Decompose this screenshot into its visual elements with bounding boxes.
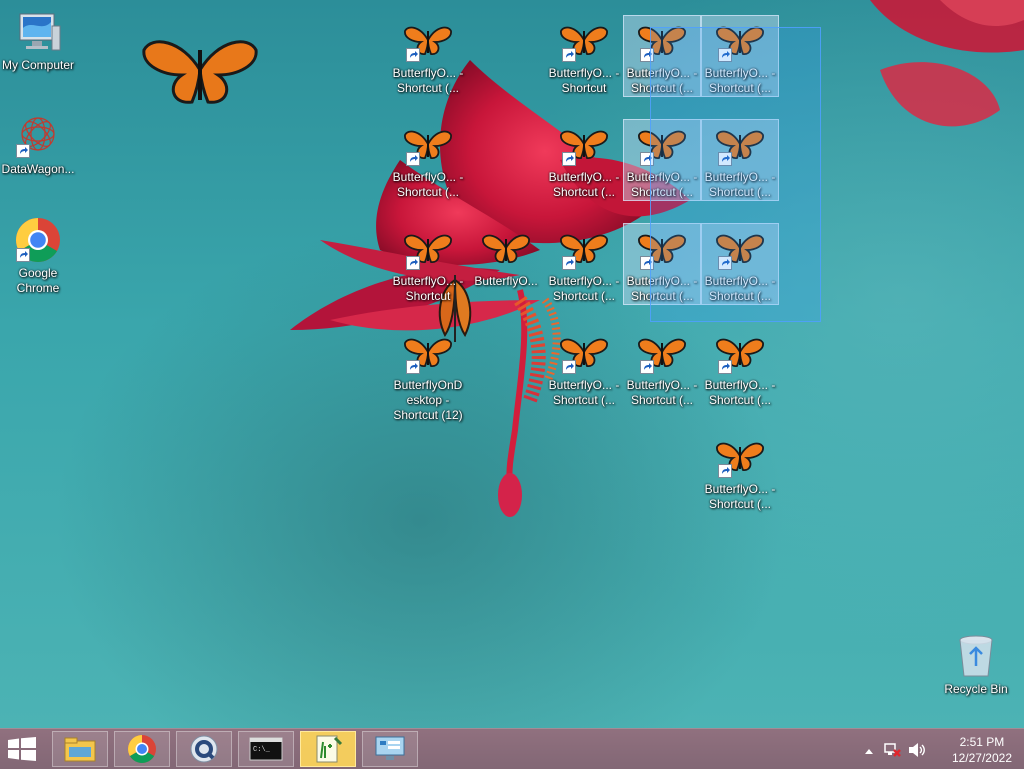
icon-label: ButterflyO... - Shortcut [548,66,620,95]
show-hidden-icons-icon[interactable] [864,744,874,758]
taskbar-notepad-plus-button[interactable] [300,731,356,767]
icon-label: Google Chrome [16,266,60,295]
taskbar-file-explorer-button[interactable] [52,731,108,767]
icon-label: ButterflyO... - Shortcut (... [392,66,464,95]
icon-label: ButterflyO... - Shortcut (... [548,170,620,199]
icon-label: DataWagon... [1,162,75,176]
shortcut-arrow-icon [16,144,30,158]
google-chrome-shortcut-icon[interactable]: Google Chrome [0,216,76,296]
windows-start-icon[interactable] [8,737,36,761]
butterfly-icon [560,224,608,272]
chrome-icon [14,216,62,264]
taskbar-chrome-button[interactable] [114,731,170,767]
desktop[interactable]: My Computer DataWagon... Google Chrome Butt… [0,0,1024,728]
shortcut-arrow-icon [406,152,420,166]
butterfly-icon [716,432,764,480]
datawagon-shortcut-icon[interactable]: DataWagon... [0,112,76,177]
icon-label: ButterflyO... [474,274,538,288]
taskbar-control-panel-button[interactable] [362,731,418,767]
selection-marquee [650,27,821,322]
chrome-icon [128,735,156,763]
butterfly-shortcut-icon-17[interactable]: ButterflyO... - Shortcut (... [702,328,778,408]
shortcut-arrow-icon [718,360,732,374]
shortcut-arrow-icon [640,360,654,374]
clock[interactable]: 2:51 PM 12/27/2022 [952,734,1012,766]
notepad-plus-icon [316,735,343,763]
recycle-icon [952,632,1000,680]
icon-label: ButterflyO... - Shortcut (... [626,378,698,407]
butterfly-icon [560,16,608,64]
butterfly-icon [560,120,608,168]
butterfly-icon [716,328,764,376]
icon-label: ButterflyO... - Shortcut [392,274,464,303]
butterfly-shortcut-icon-1[interactable]: ButterflyO... - Shortcut (... [390,16,466,96]
taskbar: C:\_ 2:51 PM 12/27/2022 [0,728,1024,769]
network-disconnected-icon[interactable] [884,742,902,761]
quicktime-icon [190,735,218,763]
butterfly-shortcut-icon-14[interactable]: ButterflyOnD esktop - Shortcut (12) [390,328,466,423]
my-computer-icon[interactable]: My Computer [0,8,76,73]
shortcut-arrow-icon [562,256,576,270]
shortcut-arrow-icon [562,48,576,62]
butterfly-icon [404,120,452,168]
butterfly-icon [560,328,608,376]
icon-label: ButterflyO... - Shortcut (... [548,274,620,303]
shortcut-arrow-icon [406,256,420,270]
shortcut-arrow-icon [16,248,30,262]
shortcut-arrow-icon [406,360,420,374]
butterfly-shortcut-icon-11[interactable]: ButterflyO... - Shortcut (... [546,224,622,304]
taskbar-command-prompt-button[interactable]: C:\_ [238,731,294,767]
shortcut-arrow-icon [718,464,732,478]
floating-butterfly[interactable] [142,30,258,110]
shortcut-arrow-icon [562,360,576,374]
butterfly-shortcut-icon-6[interactable]: ButterflyO... - Shortcut (... [546,120,622,200]
system-tray: 2:51 PM 12/27/2022 [854,729,1024,769]
folder-icon [64,737,96,762]
icon-label: My Computer [1,58,75,72]
butterfly-icon [404,328,452,376]
butterfly-shortcut-icon-2[interactable]: ButterflyO... - Shortcut [546,16,622,96]
icon-label: ButterflyO... - Shortcut (... [704,482,776,511]
butterfly-shortcut-icon-5[interactable]: ButterflyO... - Shortcut (... [390,120,466,200]
butterfly-icon [482,224,530,272]
icon-label: ButterflyO... - Shortcut (... [392,170,464,199]
icon-label: ButterflyO... - Shortcut (... [548,378,620,407]
icon-label: ButterflyOnD esktop - Shortcut (12) [393,378,463,422]
command-prompt-icon: C:\_ [249,737,283,761]
clock-date: 12/27/2022 [951,751,1012,765]
butterfly-shortcut-icon-10[interactable]: ButterflyO... [468,224,544,289]
butterfly-shortcut-icon-9[interactable]: ButterflyO... - Shortcut [390,224,466,304]
butterfly-shortcut-icon-18[interactable]: ButterflyO... - Shortcut (... [702,432,778,512]
icon-label: Recycle Bin [944,682,1008,696]
taskbar-quicktime-button[interactable] [176,731,232,767]
control-panel-icon [375,736,405,760]
butterfly-shortcut-icon-16[interactable]: ButterflyO... - Shortcut (... [624,328,700,408]
computer-icon [14,8,62,56]
butterfly-icon [638,328,686,376]
shortcut-arrow-icon [406,48,420,62]
svg-text:C:\_: C:\_ [253,746,271,754]
butterfly-shortcut-icon-15[interactable]: ButterflyO... - Shortcut (... [546,328,622,408]
shortcut-arrow-icon [562,152,576,166]
recycle-bin-icon[interactable]: Recycle Bin [938,632,1014,697]
volume-icon[interactable] [908,742,926,761]
icon-label: ButterflyO... - Shortcut (... [704,378,776,407]
butterfly-icon [404,16,452,64]
clock-time: 2:51 PM [959,735,1005,749]
butterfly-icon [404,224,452,272]
datawagon-icon [14,112,62,160]
